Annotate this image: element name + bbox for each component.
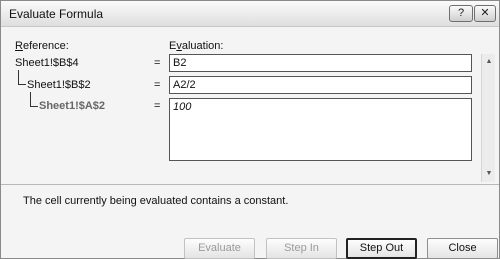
step-in-button[interactable]: Step In	[266, 238, 337, 259]
title-bar: Evaluate Formula ? ✕	[1, 1, 499, 27]
close-window-button[interactable]: ✕	[474, 5, 496, 22]
vertical-scrollbar[interactable]: ▲ ▼	[481, 54, 495, 182]
scroll-up-arrow-icon[interactable]: ▲	[482, 56, 496, 68]
evaluation-field-1[interactable]: B2	[169, 54, 472, 72]
dialog-title: Evaluate Formula	[9, 7, 104, 21]
status-message: The cell currently being evaluated conta…	[23, 195, 289, 207]
tree-connector-2	[30, 92, 38, 107]
equals-sign-1: =	[154, 57, 161, 69]
scroll-down-arrow-icon[interactable]: ▼	[482, 168, 496, 180]
reference-header-mnemonic: R	[15, 40, 23, 52]
reference-level-2: Sheet1!$B$2	[27, 79, 91, 91]
equals-sign-2: =	[154, 79, 161, 91]
divider	[1, 184, 499, 185]
tree-connector-1	[18, 70, 26, 85]
reference-level-1: Sheet1!$B$4	[15, 57, 79, 69]
reference-header-text: eference:	[22, 40, 69, 52]
evaluate-formula-dialog: Evaluate Formula ? ✕ Reference: Evaluati…	[0, 0, 500, 259]
step-out-button[interactable]: Step Out	[346, 238, 417, 259]
evaluation-field-2[interactable]: A2/2	[169, 76, 472, 94]
reference-header: Reference:	[15, 40, 69, 52]
close-button[interactable]: Close	[427, 238, 498, 259]
evaluation-field-3[interactable]: 100	[169, 98, 472, 161]
evaluation-header-text: aluation:	[181, 40, 224, 52]
help-button[interactable]: ?	[449, 5, 473, 22]
evaluation-header: Evaluation:	[169, 40, 223, 52]
evaluate-button[interactable]: Evaluate	[184, 238, 255, 259]
equals-sign-3: =	[154, 100, 161, 112]
reference-level-3: Sheet1!$A$2	[39, 100, 106, 112]
